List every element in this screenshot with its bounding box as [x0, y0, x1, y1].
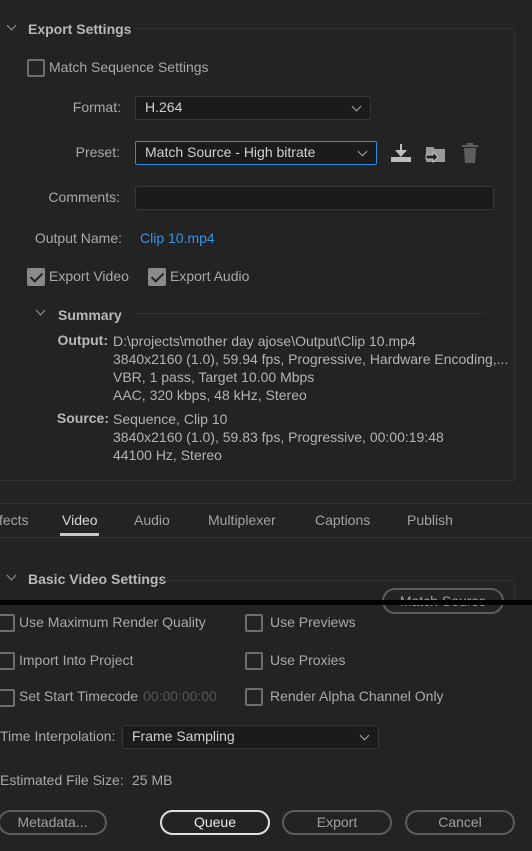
- queue-button[interactable]: Queue: [160, 810, 270, 835]
- divider: [163, 580, 514, 581]
- import-into-project-checkbox[interactable]: [0, 652, 15, 670]
- export-audio-checkbox[interactable]: [148, 268, 166, 286]
- tab-effects[interactable]: fects: [0, 512, 29, 528]
- set-start-timecode-checkbox[interactable]: [0, 689, 15, 707]
- divider: [133, 313, 486, 314]
- time-interpolation-dropdown[interactable]: Frame Sampling: [122, 725, 379, 749]
- comments-input[interactable]: [135, 186, 494, 210]
- cancel-button[interactable]: Cancel: [405, 810, 515, 835]
- tab-multiplexer[interactable]: Multiplexer: [208, 512, 276, 528]
- divider: [133, 28, 514, 29]
- export-audio-label: Export Audio: [170, 268, 250, 284]
- summary-source-label: Source:: [56, 410, 109, 426]
- export-video-checkbox[interactable]: [27, 268, 45, 286]
- summary-output-label: Output:: [57, 332, 108, 348]
- save-preset-icon[interactable]: [390, 141, 412, 165]
- export-button[interactable]: Export: [282, 810, 392, 835]
- match-sequence-label: Match Sequence Settings: [49, 59, 209, 75]
- chevron-down-icon: [351, 101, 362, 112]
- import-into-project-label: Import Into Project: [19, 652, 134, 668]
- preset-label: Preset:: [75, 144, 120, 160]
- preset-value: Match Source - High bitrate: [145, 144, 316, 160]
- use-proxies-checkbox[interactable]: [245, 652, 263, 670]
- tabs-top-divider: [0, 503, 532, 504]
- basic-video-chevron-icon[interactable]: [6, 570, 17, 581]
- file-size-value: 25 MB: [132, 772, 173, 788]
- render-alpha-label: Render Alpha Channel Only: [270, 688, 444, 704]
- export-video-label: Export Video: [49, 268, 129, 284]
- use-proxies-label: Use Proxies: [270, 652, 346, 668]
- output-name-link[interactable]: Clip 10.mp4: [140, 230, 215, 246]
- tab-video[interactable]: Video: [62, 512, 98, 528]
- chevron-down-icon: [359, 730, 370, 741]
- render-alpha-checkbox[interactable]: [245, 688, 263, 706]
- collapse-chevron-icon[interactable]: [6, 20, 17, 31]
- max-render-quality-label: Use Maximum Render Quality: [19, 614, 206, 630]
- tab-publish[interactable]: Publish: [407, 512, 453, 528]
- use-previews-label: Use Previews: [270, 614, 356, 630]
- format-value: H.264: [145, 99, 183, 115]
- tabs-bottom-divider: [0, 537, 532, 538]
- time-interpolation-label: Time Interpolation:: [0, 728, 116, 744]
- output-name-label: Output Name:: [34, 230, 122, 246]
- basic-video-title: Basic Video Settings: [28, 571, 167, 587]
- panel-border: [514, 28, 515, 480]
- summary-output-values: D:\projects\mother day ajose\Output\Clip…: [113, 333, 509, 403]
- panel-border: [514, 580, 515, 600]
- metadata-button[interactable]: Metadata...: [0, 810, 107, 835]
- summary-source-values: Sequence, Clip 10 3840x2160 (1.0), 59.83…: [113, 411, 444, 463]
- match-sequence-checkbox[interactable]: [27, 59, 45, 77]
- summary-chevron-icon[interactable]: [35, 305, 46, 316]
- export-settings-title: Export Settings: [28, 21, 132, 37]
- tab-captions[interactable]: Captions: [315, 512, 370, 528]
- format-label: Format:: [72, 99, 121, 115]
- set-start-timecode-label: Set Start Timecode: [19, 688, 139, 704]
- summary-title: Summary: [58, 307, 122, 323]
- tab-audio[interactable]: Audio: [134, 512, 170, 528]
- delete-preset-icon[interactable]: [460, 141, 480, 165]
- screen-seam: [0, 600, 532, 605]
- time-interpolation-value: Frame Sampling: [132, 728, 235, 744]
- format-dropdown[interactable]: H.264: [135, 96, 371, 120]
- use-previews-checkbox[interactable]: [245, 614, 263, 632]
- preset-dropdown[interactable]: Match Source - High bitrate: [135, 141, 377, 165]
- file-size-label: Estimated File Size:: [0, 772, 124, 788]
- active-tab-underline: [60, 533, 99, 536]
- max-render-quality-checkbox[interactable]: [0, 614, 15, 632]
- comments-label: Comments:: [48, 189, 120, 205]
- panel-border-bottom: [0, 480, 515, 481]
- start-timecode-field[interactable]: 00:00:00:00: [143, 688, 217, 704]
- chevron-down-icon: [357, 146, 368, 157]
- import-preset-icon[interactable]: [424, 141, 446, 165]
